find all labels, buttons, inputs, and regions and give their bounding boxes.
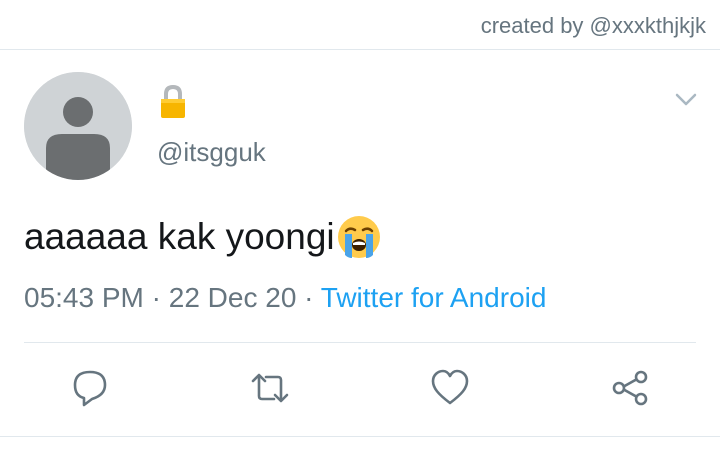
tweet-body: aaaaaa kak yoongi [24,216,335,257]
retweet-button[interactable] [250,368,290,408]
lock-icon [158,84,188,120]
tweet-date: 22 Dec 20 [168,282,297,313]
share-button[interactable] [610,368,650,408]
avatar[interactable] [24,72,132,180]
tweet-text: aaaaaa kak yoongi [24,214,382,260]
reply-icon [73,370,107,407]
chevron-down-icon[interactable] [674,90,698,110]
default-avatar-icon [24,72,132,180]
meta-divider [24,342,696,343]
footer-divider [0,436,720,437]
tweet-time: 05:43 PM [24,282,144,313]
share-icon [612,370,648,406]
reply-button[interactable] [70,368,110,408]
meta-separator: · [143,282,169,313]
retweet-icon [251,373,289,403]
loudly-crying-face-emoji [337,216,380,258]
credit-text: created by @xxxkthjkjk [480,13,706,38]
source-link[interactable]: Twitter for Android [321,282,547,313]
tweet-meta: 05:43 PM · 22 Dec 20 · Twitter for Andro… [24,282,546,314]
heart-icon [431,369,469,405]
user-handle[interactable]: @itsgguk [157,137,266,168]
meta-separator: · [296,282,321,313]
like-button[interactable] [430,368,470,408]
header-divider [0,49,720,50]
